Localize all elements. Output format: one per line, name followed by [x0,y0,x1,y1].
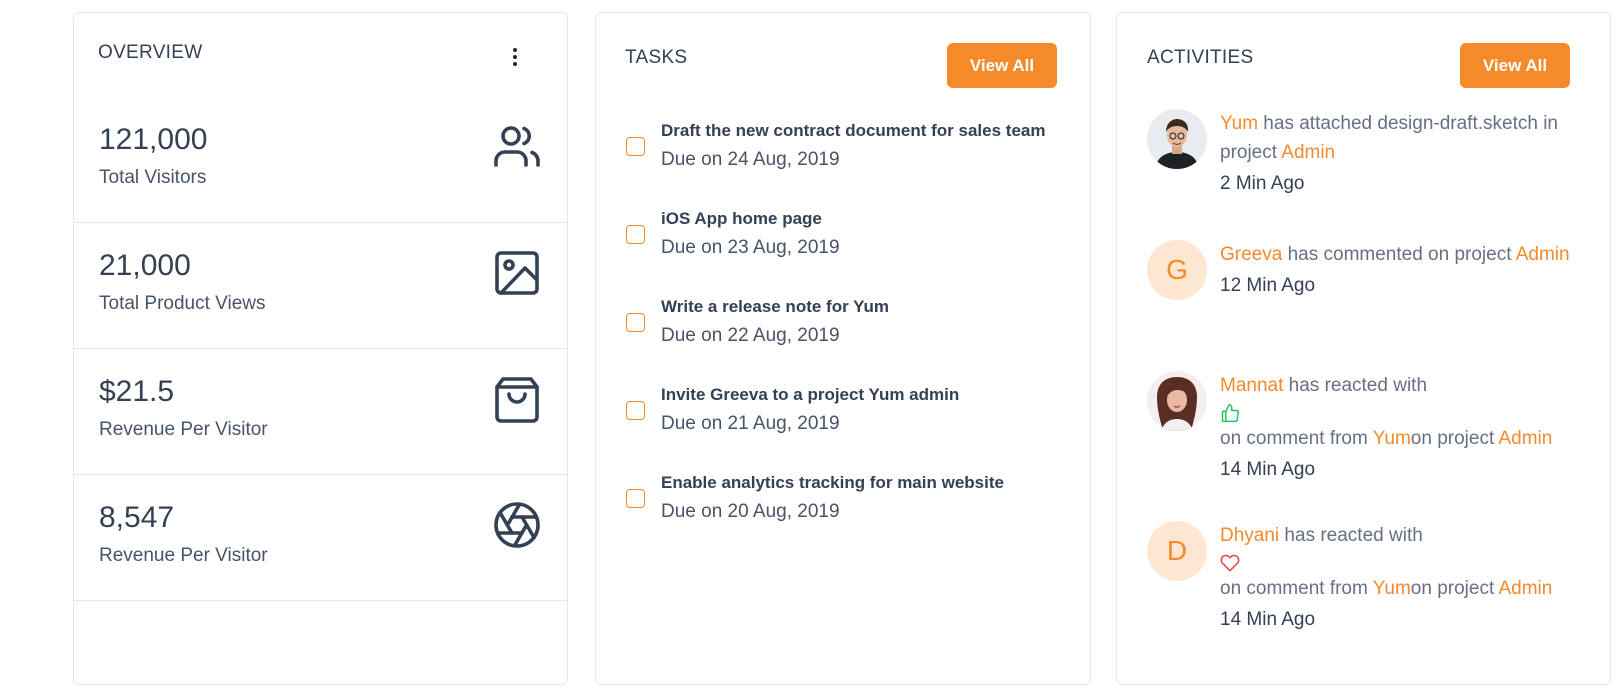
activity-time: 14 Min Ago [1220,609,1316,630]
thumbs-up-icon [1221,403,1240,423]
shopping-bag-icon [495,377,539,423]
stat-row-visitors: 121,000 Total Visitors [74,97,567,223]
activity-text: on comment from Yumon project Admin [1220,574,1580,603]
stat-row-revenue-2: 8,547 Revenue Per Visitor [74,475,567,601]
stat-label: Revenue Per Visitor [99,545,268,566]
tasks-card: TASKS View All Draft the new contract do… [595,12,1091,685]
stat-label: Revenue Per Visitor [99,419,268,440]
activity-message: has reacted with [1283,375,1428,396]
activity-time: 2 Min Ago [1220,173,1305,194]
activity-text: Yum has attached design-draft.sketch in … [1220,109,1580,167]
user-photo-icon [1147,109,1207,169]
task-item: Draft the new contract document for sale… [626,121,1076,191]
task-item: Invite Greeva to a project Yum admin Due… [626,385,1076,455]
task-title: Enable analytics tracking for main websi… [661,473,1004,492]
activity-text: Mannat has reacted with [1220,371,1580,400]
activities-card: ACTIVITIES View All Yum has attached des… [1116,12,1611,685]
activity-text: Dhyani has reacted with [1220,521,1580,550]
activity-body: Greeva has commented on project Admin 12… [1220,240,1580,297]
activities-view-all-button[interactable]: View All [1460,43,1570,88]
activity-target-link[interactable]: Admin [1516,244,1570,265]
activity-target-link[interactable]: Admin [1498,578,1552,599]
stat-value: 8,547 [99,501,175,534]
more-options-icon[interactable] [505,46,525,68]
activity-time: 14 Min Ago [1220,459,1316,480]
activities-title: ACTIVITIES [1147,47,1254,68]
activity-time: 12 Min Ago [1220,275,1316,296]
task-item: Write a release note for Yum Due on 22 A… [626,297,1076,367]
task-item: Enable analytics tracking for main websi… [626,473,1076,543]
heart-icon [1220,554,1240,572]
activity-user-link[interactable]: Yum [1220,113,1258,134]
activity-body: Mannat has reacted with on comment from … [1220,371,1580,481]
activity-message: has reacted with [1279,525,1423,546]
activity-text: on comment from Yumon project Admin [1220,424,1580,453]
activity-target-link[interactable]: Admin [1498,428,1552,449]
users-icon [494,126,540,167]
aperture-icon [494,502,540,548]
activity-user-link[interactable]: Greeva [1220,244,1282,265]
tasks-title: TASKS [625,47,688,68]
task-item: iOS App home page Due on 23 Aug, 2019 [626,209,1076,279]
user-photo-icon [1147,371,1207,431]
activity-target-link[interactable]: Admin [1281,142,1335,163]
stat-row-product-views: 21,000 Total Product Views [74,223,567,349]
stat-value: 121,000 [99,123,208,156]
activity-user-link[interactable]: Yum [1373,428,1411,449]
activity-message: on comment from [1220,428,1373,449]
activity-text: Greeva has commented on project Admin [1220,240,1580,269]
task-title: Draft the new contract document for sale… [661,121,1046,140]
task-due-date: Due on 21 Aug, 2019 [661,413,840,434]
stat-row-revenue: $21.5 Revenue Per Visitor [74,349,567,475]
task-checkbox[interactable] [626,401,645,420]
activity-message: has attached design-draft.sketch in proj… [1220,113,1558,163]
tasks-view-all-button[interactable]: View All [947,43,1057,88]
task-checkbox[interactable] [626,489,645,508]
avatar: G [1147,240,1207,300]
task-title: iOS App home page [661,209,822,228]
activity-message: on comment from [1220,578,1373,599]
stat-label: Total Product Views [99,293,266,314]
avatar [1147,371,1207,431]
task-due-date: Due on 24 Aug, 2019 [661,149,840,170]
task-checkbox[interactable] [626,313,645,332]
task-due-date: Due on 23 Aug, 2019 [661,237,840,258]
activity-message: has commented on project [1282,244,1516,265]
activity-user-link[interactable]: Yum [1373,578,1411,599]
task-title: Invite Greeva to a project Yum admin [661,385,960,404]
overview-title: OVERVIEW [98,42,203,63]
overview-card: OVERVIEW 121,000 Total Visitors 21,000 T… [73,12,568,685]
activity-message: on project [1410,428,1499,449]
task-checkbox[interactable] [626,137,645,156]
stat-value: 21,000 [99,249,191,282]
activity-user-link[interactable]: Dhyani [1220,525,1279,546]
task-due-date: Due on 20 Aug, 2019 [661,501,840,522]
activity-message: on project [1410,578,1499,599]
task-checkbox[interactable] [626,225,645,244]
avatar [1147,109,1207,169]
task-title: Write a release note for Yum [661,297,890,316]
activity-body: Yum has attached design-draft.sketch in … [1220,109,1580,195]
stat-value: $21.5 [99,375,175,408]
activity-user-link[interactable]: Mannat [1220,375,1283,396]
stat-label: Total Visitors [99,167,207,188]
activity-body: Dhyani has reacted with on comment from … [1220,521,1580,631]
task-due-date: Due on 22 Aug, 2019 [661,325,840,346]
image-icon [495,251,539,295]
avatar: D [1147,521,1207,581]
